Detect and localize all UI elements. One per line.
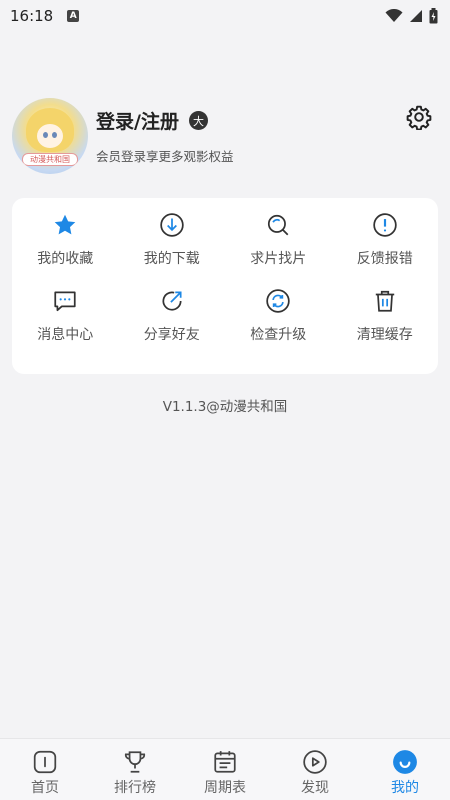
grid-item-downloads[interactable]: 我的下载 <box>119 212 226 288</box>
refresh-icon <box>266 289 290 313</box>
grid-item-messages[interactable]: 消息中心 <box>12 288 119 364</box>
notification-icon: A <box>67 10 80 22</box>
avatar-eye-right <box>52 132 57 138</box>
wifi-icon <box>385 9 403 22</box>
grid-label: 分享好友 <box>143 327 200 343</box>
tab-mine[interactable]: 我的 <box>360 739 450 800</box>
share-icon <box>162 291 182 311</box>
star-icon <box>54 214 76 235</box>
grid-item-share[interactable]: 分享好友 <box>119 288 226 364</box>
grid-label: 我的收藏 <box>37 251 94 267</box>
grid-item-request[interactable]: 求片找片 <box>225 212 332 288</box>
status-indicators <box>385 8 438 24</box>
trophy-icon <box>124 751 146 773</box>
avatar[interactable]: 动漫共和国 <box>12 98 88 174</box>
search-icon <box>268 214 289 236</box>
settings-gear-icon[interactable] <box>406 104 432 130</box>
grid-label: 反馈报错 <box>356 251 413 267</box>
grid-item-clear-cache[interactable]: 清理缓存 <box>332 288 439 364</box>
version-text: V1.1.3@动漫共和国 <box>162 399 288 415</box>
grid-label: 求片找片 <box>250 251 307 267</box>
avatar-face <box>37 124 63 148</box>
home-icon <box>33 750 57 774</box>
battery-icon <box>429 8 438 24</box>
tab-discover[interactable]: 发现 <box>270 739 360 800</box>
feature-grid: 我的收藏 我的下载 求片找片 反馈报错 消息中心 分享好友 检查升级 清理缓存 <box>12 198 438 374</box>
grid-label: 消息中心 <box>37 327 94 343</box>
avatar-eye-left <box>43 132 48 138</box>
tab-label: 发现 <box>301 780 329 796</box>
grid-label: 清理缓存 <box>356 327 413 343</box>
tab-schedule[interactable]: 周期表 <box>180 739 270 800</box>
avatar-banner: 动漫共和国 <box>22 153 78 166</box>
login-register-link[interactable]: 登录/注册 <box>96 107 179 134</box>
tab-label: 我的 <box>391 780 419 796</box>
calendar-icon <box>214 751 236 773</box>
login-row[interactable]: 登录/注册 大 <box>96 107 234 134</box>
trash-icon <box>375 290 394 312</box>
play-icon <box>303 750 327 774</box>
grid-label: 我的下载 <box>143 251 200 267</box>
message-icon <box>54 291 76 312</box>
grid-item-favorites[interactable]: 我的收藏 <box>12 212 119 288</box>
grid-label: 检查升级 <box>250 327 307 343</box>
status-bar: 16:18 A <box>0 0 450 32</box>
grid-item-update[interactable]: 检查升级 <box>225 288 332 364</box>
profile-icon <box>393 750 417 774</box>
profile-text: 登录/注册 大 会员登录享更多观影权益 <box>96 107 234 165</box>
download-icon <box>160 213 184 237</box>
login-subtitle: 会员登录享更多观影权益 <box>96 149 234 164</box>
profile-header: 动漫共和国 登录/注册 大 会员登录享更多观影权益 <box>12 98 438 174</box>
tab-ranking[interactable]: 排行榜 <box>90 739 180 800</box>
tab-label: 首页 <box>31 780 59 796</box>
status-time: 16:18 <box>10 7 54 25</box>
tab-home[interactable]: 首页 <box>0 739 90 800</box>
bottom-tab-bar: 首页 排行榜 周期表 发现 我的 <box>0 738 450 800</box>
signal-icon <box>410 10 422 22</box>
alert-icon <box>373 213 397 237</box>
level-badge: 大 <box>188 111 208 130</box>
tab-label: 周期表 <box>204 780 246 796</box>
grid-item-feedback[interactable]: 反馈报错 <box>332 212 439 288</box>
tab-label: 排行榜 <box>114 780 156 796</box>
